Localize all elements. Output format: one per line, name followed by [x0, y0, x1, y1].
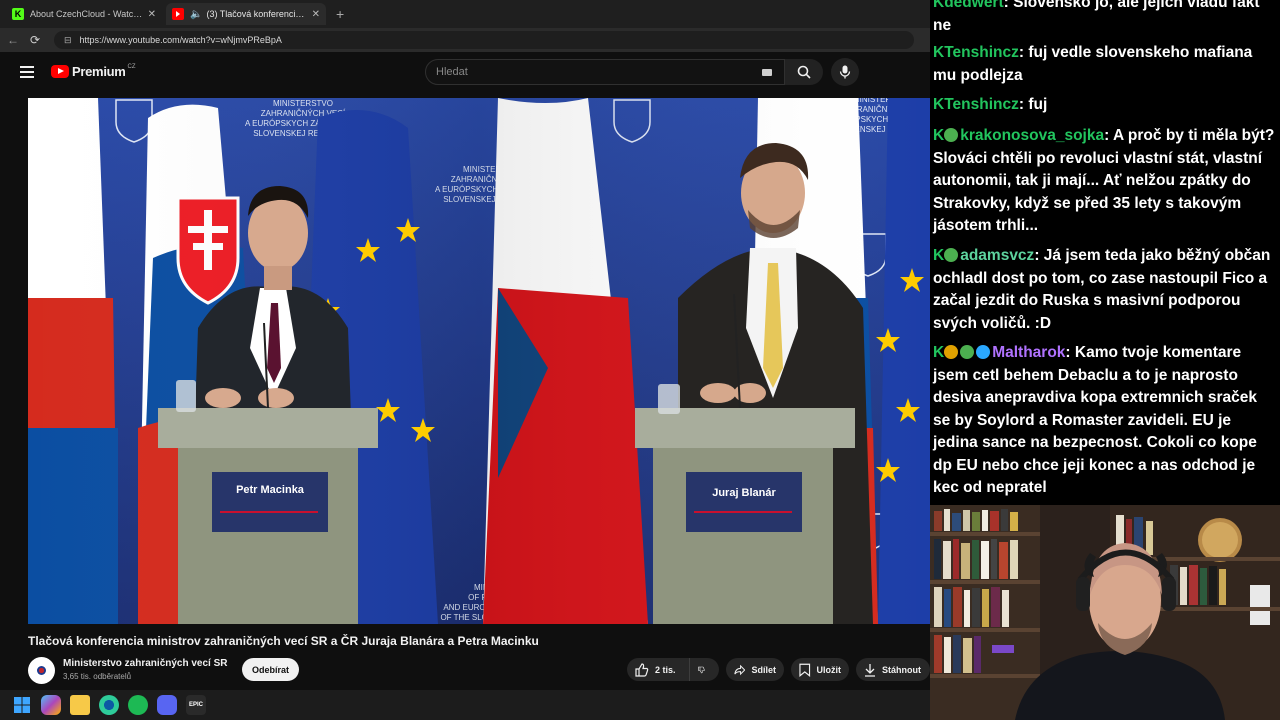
download-label: Stáhnout [882, 664, 921, 675]
tab-youtube[interactable]: 🔈 (3) Tlačová konferencia minist ✕ [166, 3, 326, 25]
close-tab-icon[interactable]: ✕ [148, 9, 156, 20]
search-placeholder: Hledat [436, 66, 468, 78]
menu-icon[interactable] [20, 66, 34, 78]
browser-tab-bar: K About CzechCloud - Watch Live o ✕ 🔈 (3… [0, 0, 930, 28]
right-nameplate: Juraj Blanár [712, 487, 776, 499]
site-info-icon[interactable]: ⊟ [64, 35, 72, 46]
windows-start-icon[interactable] [12, 695, 32, 715]
kick-platform-icon: K [933, 127, 945, 144]
chat-message: Kdedwert: Slovensko jo, ale jejich vládu… [933, 0, 1277, 37]
chat-message: Kadamsvcz: Já jsem teda jako běžný občan… [933, 245, 1277, 335]
video-player[interactable]: MINISTERSTVO ZAHRANIČNÝCH VECÍ A EURÓPSK… [28, 98, 930, 624]
url-text: https://www.youtube.com/watch?v=wNjmvPRe… [79, 35, 282, 45]
search-input[interactable]: Hledat [425, 59, 785, 85]
country-code: CZ [127, 63, 136, 70]
chat-username[interactable]: dedwert [944, 0, 1003, 11]
chat-message: Kkrakonosova_sojka: A proč by ti měla bý… [933, 125, 1277, 238]
youtube-header: Premium CZ Hledat [0, 52, 930, 96]
chat-text: fuj [1028, 96, 1048, 113]
back-icon[interactable]: ← [2, 33, 24, 47]
dislike-button[interactable] [689, 658, 719, 681]
chat-username[interactable]: Maltharok [992, 344, 1065, 361]
chat-panel: Kdedwert: Slovensko jo, ale jejich vládu… [930, 0, 1280, 505]
left-nameplate: Petr Macinka [236, 484, 305, 496]
speaker-icon[interactable]: 🔈 [190, 9, 202, 20]
spotify-icon[interactable] [128, 695, 148, 715]
chat-username[interactable]: Tenshincz [944, 44, 1019, 61]
thumbs-up-icon [635, 662, 649, 677]
chat-separator: : [1018, 96, 1029, 113]
chat-text: Kamo tvoje komentare jsem cetl behem Deb… [933, 344, 1257, 496]
subscribe-button[interactable]: Odebírat [242, 658, 299, 681]
epic-games-icon[interactable]: EPIC [186, 695, 206, 715]
chat-username[interactable]: krakonosova_sojka [960, 127, 1104, 144]
share-label: Sdílet [751, 664, 776, 675]
chat-message: KTenshincz: fuj vedle slovenskeho mafian… [933, 42, 1277, 87]
kick-platform-icon: K [933, 0, 945, 11]
chat-separator: : [1065, 344, 1075, 361]
search-icon [797, 65, 811, 79]
tab-czechcloud[interactable]: K About CzechCloud - Watch Live o ✕ [6, 3, 162, 25]
bookmark-icon [799, 663, 811, 677]
chat-badge-icon [976, 345, 991, 359]
discord-icon[interactable] [157, 695, 177, 715]
save-label: Uložit [816, 664, 842, 675]
share-button[interactable]: Sdílet [726, 658, 784, 681]
close-tab-icon[interactable]: ✕ [312, 9, 320, 20]
chat-separator: : [1034, 247, 1044, 264]
webcam-image [930, 505, 1280, 720]
channel-avatar[interactable] [28, 657, 55, 684]
chat-separator: : [1018, 44, 1029, 61]
url-field[interactable]: ⊟ https://www.youtube.com/watch?v=wNjmvP… [54, 31, 914, 49]
chat-badge-icon [944, 248, 959, 262]
file-explorer-icon[interactable] [70, 695, 90, 715]
copilot-icon[interactable] [41, 695, 61, 715]
edge-browser-icon[interactable] [99, 695, 119, 715]
like-button[interactable]: 2 tis. [627, 658, 689, 681]
kick-platform-icon: K [933, 344, 945, 361]
microphone-icon [839, 65, 851, 79]
chat-badge-icon [960, 345, 975, 359]
voice-search-button[interactable] [831, 58, 859, 86]
chat-username[interactable]: adamsvcz [960, 247, 1034, 264]
kick-favicon-icon: K [12, 8, 24, 20]
tab-title: About CzechCloud - Watch Live o [30, 9, 144, 19]
video-title: Tlačová konferencia ministrov zahraničný… [28, 634, 539, 648]
chat-badge-icon [944, 128, 959, 142]
webcam-feed [930, 505, 1280, 720]
youtube-logo[interactable]: Premium CZ [51, 64, 136, 79]
new-tab-button[interactable]: + [330, 3, 350, 25]
channel-name[interactable]: Ministerstvo zahraničných vecí SR [63, 658, 228, 669]
save-button[interactable]: Uložit [791, 658, 849, 681]
kick-platform-icon: K [933, 96, 945, 113]
logo-text: Premium [72, 64, 126, 79]
video-frame: MINISTERSTVO ZAHRANIČNÝCH VECÍ A EURÓPSK… [28, 98, 930, 624]
chat-badge-icon [944, 345, 959, 359]
thumbs-down-icon [698, 666, 705, 673]
chat-separator: : [1104, 127, 1113, 144]
chat-username[interactable]: Tenshincz [944, 96, 1019, 113]
share-icon [734, 664, 746, 675]
subscriber-count: 3,65 tis. odběratelů [63, 672, 132, 681]
browser-address-bar: ← ⟳ ⊟ https://www.youtube.com/watch?v=wN… [0, 28, 930, 52]
download-button[interactable]: Stáhnout [856, 658, 930, 681]
youtube-play-icon [51, 65, 69, 78]
reload-icon[interactable]: ⟳ [24, 33, 46, 47]
taskbar: EPIC [0, 690, 930, 720]
kick-platform-icon: K [933, 247, 945, 264]
tab-title: (3) Tlačová konferencia minist [206, 9, 307, 19]
download-icon [865, 663, 875, 677]
chat-separator: : [1003, 0, 1014, 11]
chat-message: KTenshincz: fuj [933, 94, 1277, 117]
chat-message: K Maltharok: Kamo tvoje komentare jsem ce… [933, 342, 1277, 500]
youtube-favicon-icon [172, 8, 184, 20]
kick-platform-icon: K [933, 44, 945, 61]
search-button[interactable] [785, 59, 823, 85]
like-count: 2 tis. [655, 664, 676, 675]
keyboard-icon[interactable] [762, 69, 772, 76]
